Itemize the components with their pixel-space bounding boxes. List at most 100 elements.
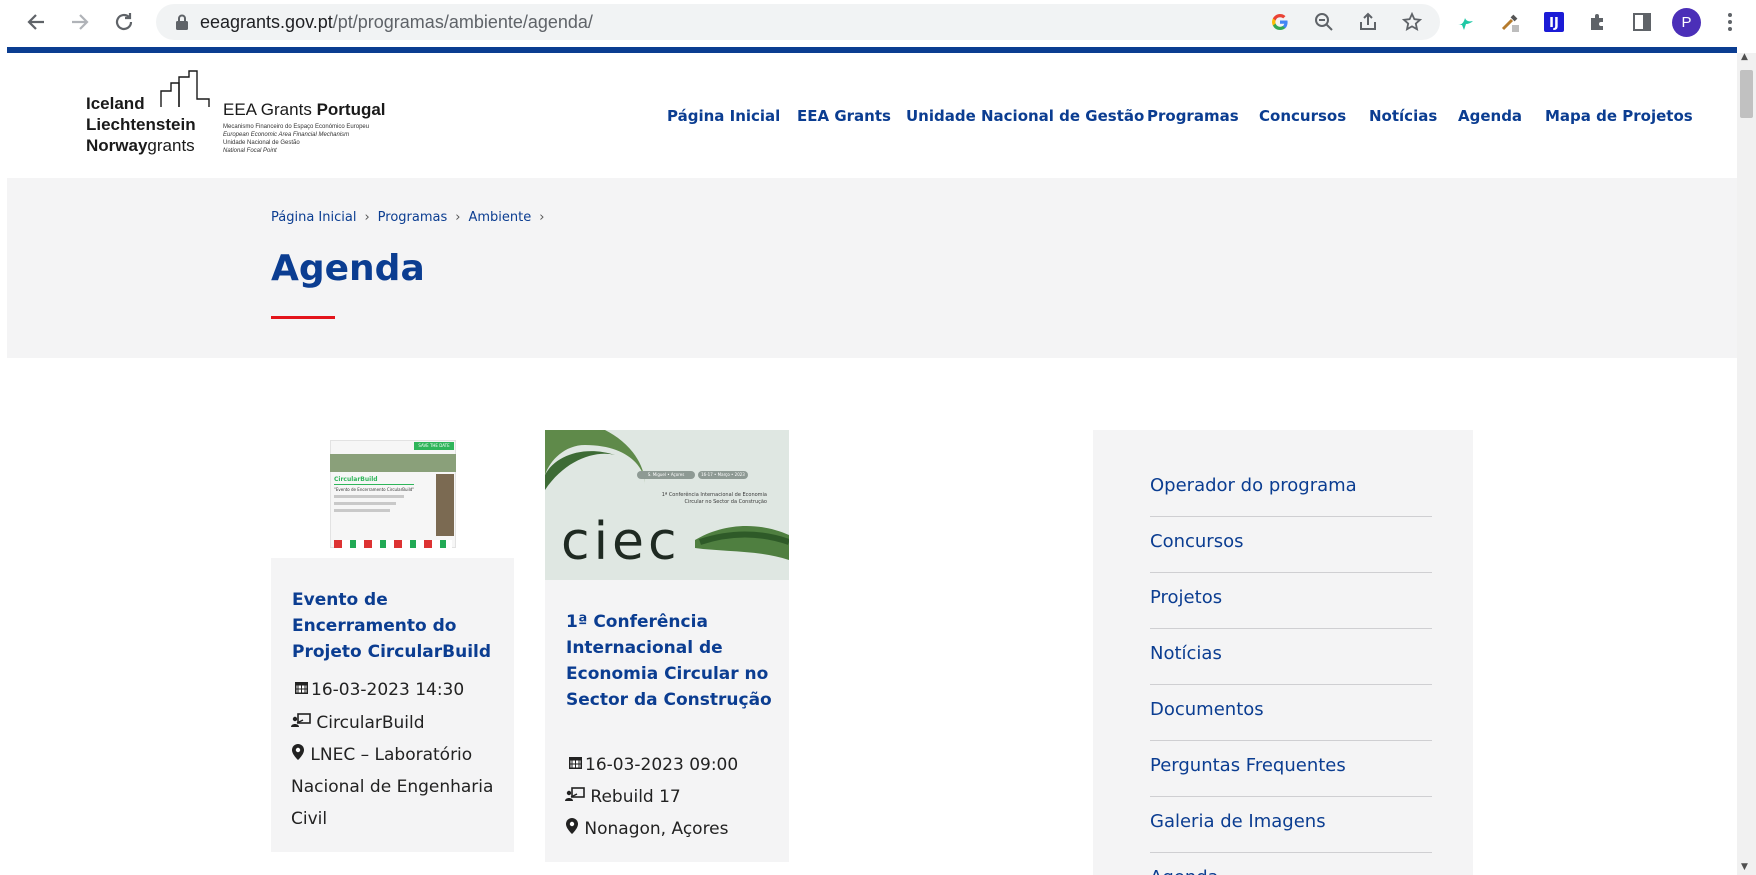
event-location-text: Nonagon, Açores	[584, 819, 729, 839]
nav-concursos[interactable]: Concursos	[1259, 107, 1346, 125]
back-icon[interactable]	[22, 8, 50, 36]
event-date-text: 16-03-2023 09:00	[585, 755, 739, 775]
browser-toolbar: eeagrants.gov.pt/pt/programas/ambiente/a…	[0, 0, 1756, 46]
logo-line-liechtenstein: Liechtenstein	[86, 115, 196, 134]
event-project: CircularBuild	[291, 707, 425, 739]
profile-avatar[interactable]: P	[1672, 8, 1701, 37]
event-project-text: CircularBuild	[316, 713, 425, 733]
poster-line: "Evento de Encerramento CircularBuild"	[334, 487, 415, 492]
eyedropper-extension-icon[interactable]	[1496, 8, 1524, 36]
logo-sub-3: Unidade Nacional de Gestão	[223, 140, 300, 146]
scroll-down-arrow-icon[interactable]: ▼	[1741, 862, 1748, 872]
brand-thin: EEA Grants	[223, 100, 312, 119]
sidebar-divider	[1150, 684, 1432, 685]
scroll-up-arrow-icon[interactable]: ▲	[1741, 52, 1748, 62]
zoom-icon[interactable]	[1312, 10, 1336, 34]
lock-icon	[176, 14, 188, 30]
google-lens-icon[interactable]	[1268, 10, 1292, 34]
title-underline	[271, 316, 335, 319]
poster-ciec-logo: CIEC	[561, 512, 681, 572]
program-sidebar: Operador do programa Concursos Projetos …	[1093, 430, 1473, 875]
nav-unidade-nacional[interactable]: Unidade Nacional de Gestão	[906, 107, 1144, 125]
address-bar[interactable]: eeagrants.gov.pt/pt/programas/ambiente/a…	[156, 4, 1440, 40]
poster-text-bar	[334, 509, 390, 512]
event-date: 16-03-2023 09:00	[565, 749, 738, 781]
logo-line-norway: Norway	[86, 136, 148, 155]
event-poster-ciec[interactable]: S. Miguel • Açores 16-17 • Março • 2023 …	[545, 430, 789, 580]
sidebar-item-noticias[interactable]: Notícias	[1150, 643, 1432, 664]
browser-menu-icon[interactable]	[1716, 8, 1744, 36]
sidebar-item-concursos[interactable]: Concursos	[1150, 531, 1432, 552]
bookmark-star-icon[interactable]	[1400, 10, 1424, 34]
breadcrumb-separator: ›	[539, 210, 545, 225]
scroll-thumb[interactable]	[1740, 70, 1753, 118]
nav-noticias[interactable]: Notícias	[1369, 107, 1437, 125]
event-location: Nonagon, Açores	[565, 813, 729, 845]
nav-mapa-de-projetos[interactable]: Mapa de Projetos	[1545, 107, 1693, 125]
poster-subtitle: 1ª Conferência Internacional de Economia…	[661, 492, 767, 505]
page-title: Agenda	[271, 248, 425, 289]
logo-sub-1: Mecanismo Financeiro do Espaço Económico…	[223, 124, 370, 130]
nav-eea-grants[interactable]: EEA Grants	[797, 107, 891, 125]
sidebar-item-projetos[interactable]: Projetos	[1150, 587, 1432, 608]
event-title[interactable]: 1ª Conferência Internacional de Economia…	[566, 609, 776, 713]
sidebar-divider	[1150, 852, 1432, 853]
logo-line-grants: grants	[147, 136, 195, 155]
puzzle-extensions-icon[interactable]	[1584, 8, 1612, 36]
sidebar-divider	[1150, 796, 1432, 797]
poster-heading: CircularBuild	[334, 476, 378, 483]
sidebar-item-perguntas-frequentes[interactable]: Perguntas Frequentes	[1150, 755, 1432, 776]
url-text: eeagrants.gov.pt/pt/programas/ambiente/a…	[200, 12, 593, 32]
brand-bold: Portugal	[316, 100, 386, 119]
breadcrumb-separator: ›	[364, 210, 370, 225]
breadcrumb-separator: ›	[455, 210, 461, 225]
poster-pill-date: 16-17 • Março • 2023	[698, 471, 748, 479]
event-project: Rebuild 17	[565, 781, 681, 813]
share-icon[interactable]	[1356, 10, 1380, 34]
sidebar-item-operador[interactable]: Operador do programa	[1150, 475, 1432, 496]
forward-icon[interactable]	[66, 8, 94, 36]
presenter-icon	[291, 707, 311, 739]
event-date-text: 16-03-2023 14:30	[311, 680, 465, 700]
logo-sub-2: European Economic Area Financial Mechani…	[223, 132, 350, 138]
sidebar-item-documentos[interactable]: Documentos	[1150, 699, 1432, 720]
map-marker-icon	[565, 813, 579, 845]
event-title[interactable]: Evento de Encerramento do Projeto Circul…	[292, 587, 497, 665]
poster-save-date-badge: SAVE THE DATE	[414, 442, 454, 450]
sidebar-divider	[1150, 516, 1432, 517]
event-date: 16-03-2023 14:30	[291, 674, 464, 706]
map-marker-icon	[291, 739, 305, 771]
sidebar-divider	[1150, 628, 1432, 629]
breadcrumb-programas[interactable]: Programas	[378, 210, 448, 225]
calendar-icon	[565, 749, 585, 781]
logo-mark-icon	[160, 70, 210, 107]
event-project-text: Rebuild 17	[590, 787, 681, 807]
poster-photo-strip	[330, 454, 456, 472]
bird-extension-icon[interactable]	[1452, 8, 1480, 36]
poster-text-bar	[334, 495, 404, 498]
logo-sub-4: National Focal Point	[223, 148, 277, 154]
breadcrumb: Página Inicial › Programas › Ambiente ›	[271, 210, 552, 225]
breadcrumb-ambiente[interactable]: Ambiente	[468, 210, 531, 225]
poster-divider	[334, 484, 414, 485]
sidebar-item-galeria[interactable]: Galeria de Imagens	[1150, 811, 1432, 832]
nav-pagina-inicial[interactable]: Página Inicial	[667, 107, 780, 125]
nav-agenda[interactable]: Agenda	[1458, 107, 1522, 125]
event-location-text: LNEC – Laboratório Nacional de Engenhari…	[291, 745, 494, 829]
poster-text-bar	[334, 502, 396, 505]
side-panel-icon[interactable]	[1628, 8, 1656, 36]
calendar-icon	[291, 674, 311, 706]
sidebar-item-agenda[interactable]: Agenda	[1150, 867, 1432, 875]
event-poster-circularbuild[interactable]: SAVE THE DATE CircularBuild "Evento de E…	[328, 432, 458, 556]
presenter-icon	[565, 781, 585, 813]
reload-icon[interactable]	[110, 8, 138, 36]
ij-extension-icon[interactable]: IJ	[1540, 8, 1568, 36]
event-location: LNEC – Laboratório Nacional de Engenhari…	[291, 739, 501, 835]
poster-sponsor-logos	[334, 540, 452, 548]
nav-programas[interactable]: Programas	[1147, 107, 1239, 125]
sidebar-divider	[1150, 740, 1432, 741]
breadcrumb-pagina-inicial[interactable]: Página Inicial	[271, 210, 356, 225]
page-scrollbar[interactable]	[1737, 53, 1756, 875]
eea-grants-portugal-logo[interactable]: EEA Grants Portugal Mecanismo Financeiro…	[223, 100, 386, 155]
site-header: Iceland Liechtenstein Norwaygrants EEA G…	[7, 53, 1737, 178]
